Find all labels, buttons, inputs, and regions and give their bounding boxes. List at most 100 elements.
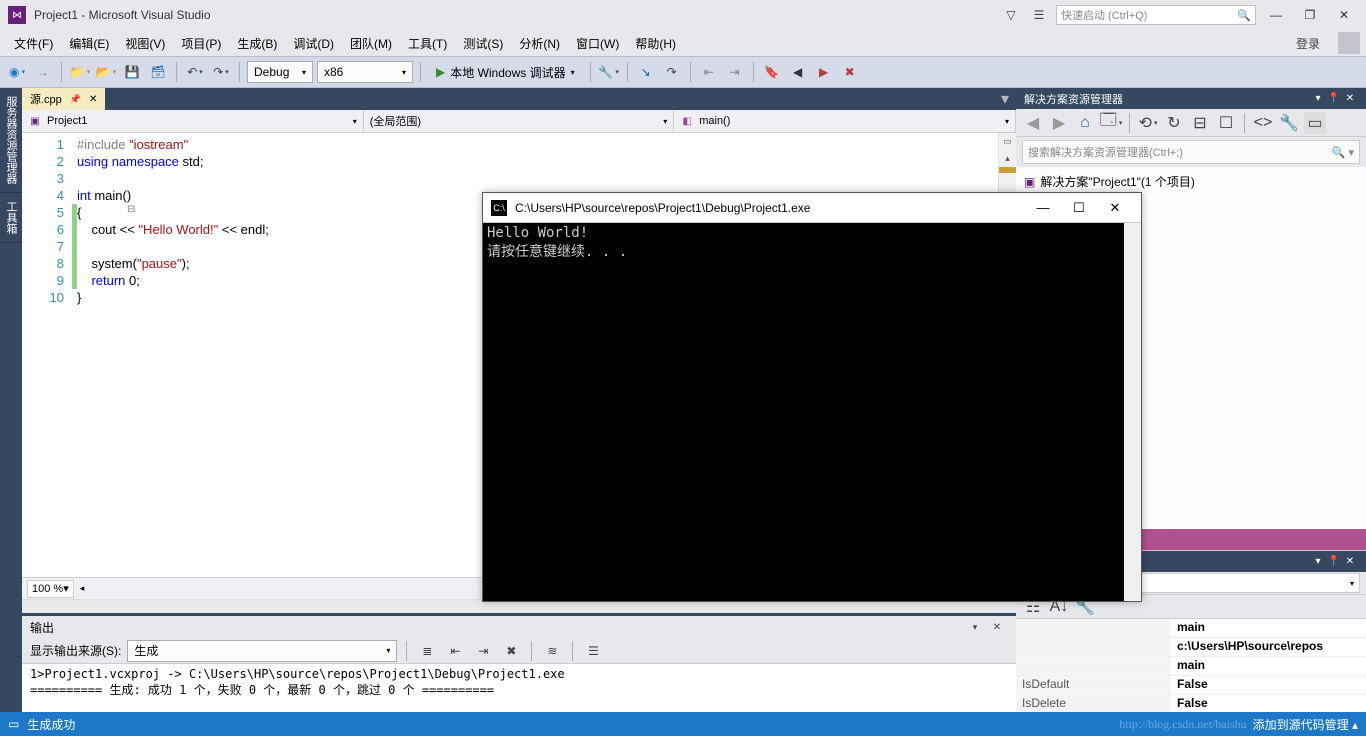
notifications-icon[interactable]: ▽ [1000, 4, 1022, 26]
scroll-up-icon[interactable]: ▴ [999, 150, 1016, 167]
menu-item[interactable]: 生成(B) [229, 34, 285, 54]
output-dropdown-icon[interactable]: ▾ [964, 616, 986, 638]
output-next-icon[interactable]: ⇥ [472, 640, 494, 662]
output-prev-icon[interactable]: ⇤ [444, 640, 466, 662]
bookmark-prev-button[interactable]: ◀ [787, 61, 809, 83]
menu-item[interactable]: 项目(P) [173, 34, 229, 54]
bookmark-next-button[interactable]: ▶ [813, 61, 835, 83]
redo-button[interactable]: ↷ [210, 61, 232, 83]
home-icon[interactable]: ⌂ [1074, 112, 1096, 134]
start-debug-button[interactable]: ▶本地 Windows 调试器 ▾ [428, 61, 583, 83]
undo-button[interactable]: ↶ [184, 61, 206, 83]
properties-icon[interactable]: 🔧 [1278, 112, 1300, 134]
open-file-button[interactable]: 📂 [95, 61, 117, 83]
maximize-button[interactable]: ❐ [1296, 5, 1324, 25]
menu-item[interactable]: 调试(D) [285, 34, 342, 54]
output-extra-icon[interactable]: ☰ [582, 640, 604, 662]
menu-item[interactable]: 编辑(E) [61, 34, 117, 54]
menu-item[interactable]: 视图(V) [117, 34, 173, 54]
collapse-all-icon[interactable]: ⊟ [1189, 112, 1211, 134]
solution-root[interactable]: ▣ 解决方案"Project1"(1 个项目) [1024, 172, 1358, 191]
menu-item[interactable]: 文件(F) [6, 34, 61, 54]
scroll-left-icon[interactable]: ◂ [80, 583, 85, 594]
server-explorer-tab[interactable]: 服务器资源管理器 [0, 88, 22, 193]
method-icon: ◧ [680, 114, 694, 128]
feedback-icon[interactable]: ☰ [1028, 4, 1050, 26]
step-over-button[interactable]: ↷ [661, 61, 683, 83]
solution-search-input[interactable]: 搜索解决方案资源管理器(Ctrl+;)🔍 ▾ [1022, 140, 1360, 164]
menu-item[interactable]: 团队(M) [342, 34, 400, 54]
sign-in-link[interactable]: 登录 [1286, 32, 1330, 55]
close-tab-icon[interactable]: ✕ [89, 94, 97, 105]
save-button[interactable]: 💾 [121, 61, 143, 83]
step-into-button[interactable]: ↘ [635, 61, 657, 83]
property-row[interactable]: IsDefaultFalse [1016, 676, 1366, 695]
collapse-icon[interactable]: ⊟ [127, 204, 135, 215]
property-grid[interactable]: mainc:\Users\HP\source\reposmainIsDefaul… [1016, 619, 1366, 714]
output-text[interactable]: 1>Project1.vcxproj -> C:\Users\HP\source… [22, 664, 1016, 718]
console-minimize-button[interactable]: — [1025, 194, 1061, 222]
split-icon[interactable]: ▭ [999, 133, 1016, 150]
output-goto-icon[interactable]: ≣ [416, 640, 438, 662]
minimize-button[interactable]: — [1262, 5, 1290, 25]
avatar-icon[interactable] [1338, 32, 1360, 54]
back-icon[interactable]: ◀ [1022, 112, 1044, 134]
quick-launch-input[interactable]: 快速启动 (Ctrl+Q)🔍 [1056, 5, 1256, 25]
console-title-bar[interactable]: C:\ C:\Users\HP\source\repos\Project1\De… [483, 193, 1141, 223]
source-control-button[interactable]: 添加到源代码管理 ▴ [1253, 716, 1358, 733]
menu-item[interactable]: 帮助(H) [627, 34, 684, 54]
preview-icon[interactable]: ▭ [1304, 112, 1326, 134]
panel-menu-icon[interactable]: ▾ [1310, 556, 1326, 567]
project-scope-combo[interactable]: ▣Project1 [22, 110, 364, 132]
new-project-button[interactable]: 📁 [69, 61, 91, 83]
close-button[interactable]: ✕ [1330, 5, 1358, 25]
solution-toolbar: ◀ ▶ ⌂ 🗔 ⟲ ↻ ⊟ ☐ <> 🔧 ▭ [1016, 109, 1366, 137]
sync-icon[interactable]: ⟲ [1137, 112, 1159, 134]
pin-icon[interactable]: 📍 [1326, 556, 1342, 567]
solution-explorer-header[interactable]: 解决方案资源管理器 ▾ 📍 ✕ [1016, 88, 1366, 109]
tab-overflow-icon[interactable]: ▾ [994, 88, 1016, 110]
save-all-button[interactable]: 🗃 [147, 61, 169, 83]
refresh-icon[interactable]: ↻ [1163, 112, 1185, 134]
property-row[interactable]: main [1016, 657, 1366, 676]
class-scope-combo[interactable]: (全局范围) [364, 110, 674, 132]
panel-close-icon[interactable]: ✕ [1342, 556, 1358, 567]
console-maximize-button[interactable]: ☐ [1061, 194, 1097, 222]
code-view-icon[interactable]: <> [1252, 112, 1274, 134]
member-scope-combo[interactable]: ◧main() [674, 110, 1016, 132]
config-combo[interactable]: Debug [247, 61, 313, 83]
indent-more-button[interactable]: ⇥ [724, 61, 746, 83]
indent-less-button[interactable]: ⇤ [698, 61, 720, 83]
property-row[interactable]: main [1016, 619, 1366, 638]
scope-icon[interactable]: 🗔 [1100, 112, 1122, 134]
bookmark-clear-button[interactable]: ✖ [839, 61, 861, 83]
bookmark-button[interactable]: 🔖 [761, 61, 783, 83]
menu-item[interactable]: 分析(N) [511, 34, 568, 54]
menu-item[interactable]: 测试(S) [455, 34, 511, 54]
toolbox-tab[interactable]: 工具箱 [0, 193, 22, 243]
doc-tab-source[interactable]: 源.cpp 📌 ✕ [22, 88, 105, 110]
panel-menu-icon[interactable]: ▾ [1310, 93, 1326, 104]
menu-item[interactable]: 工具(T) [400, 34, 455, 54]
process-button[interactable]: 🔧 [598, 61, 620, 83]
pin-icon[interactable]: 📌 [70, 94, 81, 105]
console-close-button[interactable]: ✕ [1097, 194, 1133, 222]
pin-icon[interactable]: 📍 [1326, 93, 1342, 104]
platform-combo[interactable]: x86 [317, 61, 413, 83]
forward-button[interactable]: → [32, 61, 54, 83]
zoom-combo[interactable]: 100 % ▾ [27, 580, 74, 598]
panel-close-icon[interactable]: ✕ [1342, 93, 1358, 104]
property-row[interactable]: c:\Users\HP\source\repos [1016, 638, 1366, 657]
console-title: C:\Users\HP\source\repos\Project1\Debug\… [515, 201, 810, 215]
console-scrollbar[interactable] [1124, 223, 1141, 601]
output-source-combo[interactable]: 生成 [127, 640, 397, 662]
menu-item[interactable]: 窗口(W) [568, 34, 627, 54]
output-wrap-icon[interactable]: ≋ [541, 640, 563, 662]
output-close-icon[interactable]: ✕ [986, 616, 1008, 638]
show-all-icon[interactable]: ☐ [1215, 112, 1237, 134]
console-output[interactable]: Hello World! 请按任意键继续. . . [483, 223, 1124, 601]
console-window[interactable]: C:\ C:\Users\HP\source\repos\Project1\De… [482, 192, 1142, 602]
output-clear-icon[interactable]: ✖ [500, 640, 522, 662]
forward-icon[interactable]: ▶ [1048, 112, 1070, 134]
back-button[interactable]: ◉ [6, 61, 28, 83]
